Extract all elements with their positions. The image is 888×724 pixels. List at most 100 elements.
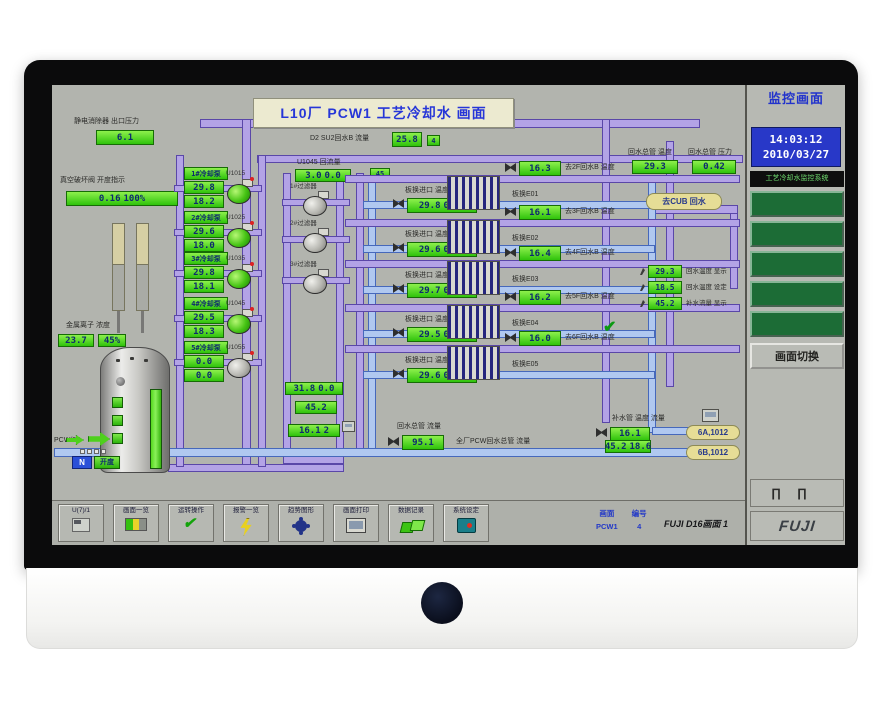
hx-outlet-label: 去4F回水B 温度 xyxy=(565,249,615,257)
return-temp-label: 回水总管 温度 xyxy=(628,149,672,157)
pump-name-plate: 5#冷却泵 xyxy=(184,341,228,354)
value-readout: 18.1 xyxy=(184,280,224,293)
runtime-brand-text: FUJI D16画面 1 xyxy=(664,517,728,530)
tank-button[interactable] xyxy=(112,415,123,426)
pump-tag: U1045 xyxy=(226,300,245,308)
toolbar-button-label: U(7)/1 xyxy=(72,507,90,515)
pump-row: 3#冷却泵 29.8 18.1 U1035 xyxy=(178,252,260,296)
heat-exchanger-icon[interactable] xyxy=(447,176,500,210)
value-readout: 18.5 xyxy=(648,281,682,294)
heat-exchanger-icon[interactable] xyxy=(447,261,500,295)
value-readout: 0.0 xyxy=(184,369,224,382)
pump-status-dot xyxy=(250,177,254,181)
toolbar-button-icon xyxy=(295,520,307,532)
tank-label: 金属离子 浓度 xyxy=(66,322,110,330)
pump-body xyxy=(227,269,251,289)
pipe-segment xyxy=(345,345,740,353)
value: 0.0 xyxy=(325,171,341,181)
toolbar-button[interactable]: 运转操作 xyxy=(168,504,214,542)
toolbar-button-icon xyxy=(125,518,147,531)
toolbar-status: 画面 PCW1 编号 4 xyxy=(596,508,647,531)
drain-open-button[interactable]: 开度 xyxy=(94,456,120,469)
pipe-segment xyxy=(168,464,344,472)
fuji-logo: FUJI xyxy=(778,518,816,535)
value-readout: 4 xyxy=(427,135,440,146)
pump-name-plate: 1#冷却泵 xyxy=(184,167,228,180)
pump-status-dot xyxy=(250,221,254,225)
value-readout: 23.7 xyxy=(58,334,94,347)
drain-mode-button[interactable]: N xyxy=(72,456,92,469)
screen-switch-button[interactable]: 画面切换 xyxy=(750,343,844,369)
info-label: 回水温度 设定 xyxy=(686,284,727,292)
gauge-top xyxy=(112,223,125,265)
filter-icon[interactable] xyxy=(302,191,330,217)
nav-button[interactable] xyxy=(750,221,844,247)
value-readout: 45.2 xyxy=(648,297,682,310)
info-label: 补水流量 显示 xyxy=(686,300,727,308)
pump-name-plate: 4#冷却泵 xyxy=(184,297,228,310)
plant-main-label: 全厂PCW回水总管 流量 xyxy=(456,438,530,446)
toolbar-button-icon xyxy=(346,518,366,533)
nav-button[interactable] xyxy=(750,281,844,307)
tank-rivet xyxy=(116,359,120,362)
toolbar-button[interactable]: 画面打印 xyxy=(333,504,379,542)
filter-row: 1#过滤器 xyxy=(288,183,344,223)
value-readout: 18.0 xyxy=(184,239,224,252)
static-eliminator-label: 静电消除器 出口压力 xyxy=(74,118,139,126)
toolbar-button-label: 系统设定 xyxy=(453,507,479,515)
toolbar-button[interactable]: 画面一览 xyxy=(113,504,159,542)
pump-icon[interactable] xyxy=(226,353,254,379)
value: 29.7 xyxy=(419,286,441,296)
filter-icon[interactable] xyxy=(302,228,330,254)
line-tag-6b: 6B,1012 xyxy=(686,445,740,460)
mini-display-icon[interactable] xyxy=(342,421,355,432)
value-readout: 16.4 xyxy=(519,246,561,261)
scada-screen: L10厂 PCW1 工艺冷却水 画面 静电消除器 出口压力 6.1 真空破坏阀 … xyxy=(52,85,845,545)
nav-button[interactable] xyxy=(750,311,844,337)
toolbar-button-label: 画面一览 xyxy=(123,507,149,515)
level-gauge xyxy=(112,223,125,311)
edit-mark-icon xyxy=(640,284,645,291)
pump-icon[interactable] xyxy=(226,179,254,205)
toolbar-button[interactable]: U(7)/1 xyxy=(58,504,104,542)
toolbar-button-icon xyxy=(181,518,201,534)
edit-mark-icon xyxy=(640,268,645,275)
nav-button[interactable] xyxy=(750,191,844,217)
hx-outlet-label: 去5F回水B 温度 xyxy=(565,293,615,301)
nav-button[interactable] xyxy=(750,251,844,277)
heat-exchanger-icon[interactable] xyxy=(447,305,500,339)
status-value: 4 xyxy=(632,522,647,531)
level-gauge xyxy=(136,223,149,311)
pump-icon[interactable] xyxy=(226,264,254,290)
value-readout: 29.6 xyxy=(184,225,224,238)
pump-row: 5#冷却泵 0.0 0.0 U1055 xyxy=(178,341,260,385)
pump-icon[interactable] xyxy=(226,309,254,335)
toolbar-button-label: 报警一览 xyxy=(233,507,259,515)
line-tag-6a: 6A,1012 xyxy=(686,425,740,440)
indicator-square xyxy=(80,449,85,454)
toolbar-button[interactable]: 系统设定 xyxy=(443,504,489,542)
toolbar-button[interactable]: 趋势图形 xyxy=(278,504,324,542)
toolbar-button[interactable]: 报警一览 xyxy=(223,504,269,542)
tank-button[interactable] xyxy=(112,433,123,444)
filter-icon[interactable] xyxy=(302,269,330,295)
status-checkmark: ✔ xyxy=(603,317,616,337)
gauge-bottom xyxy=(136,265,149,311)
pump-tag: U1055 xyxy=(226,344,245,352)
value-readout: 16.1 xyxy=(610,427,650,441)
vendor-logo-cell: FUJI xyxy=(750,511,844,541)
page-up-down-buttons[interactable]: ∏∏ xyxy=(750,479,844,507)
info-label: 回水温度 显示 xyxy=(686,268,727,276)
tank-button[interactable] xyxy=(112,397,123,408)
toolbar-button-label: 趋势图形 xyxy=(288,507,314,515)
heat-exchanger-icon[interactable] xyxy=(447,346,500,380)
tank-hatch xyxy=(116,377,125,386)
gauge-bottom xyxy=(112,265,125,311)
heat-exchanger-icon[interactable] xyxy=(447,220,500,254)
pump-body xyxy=(227,358,251,378)
tank-rivet xyxy=(144,359,148,362)
mini-display-icon[interactable] xyxy=(702,409,719,422)
pump-icon[interactable] xyxy=(226,223,254,249)
toolbar-button-icon xyxy=(457,518,476,533)
toolbar-button[interactable]: 数据记录 xyxy=(388,504,434,542)
